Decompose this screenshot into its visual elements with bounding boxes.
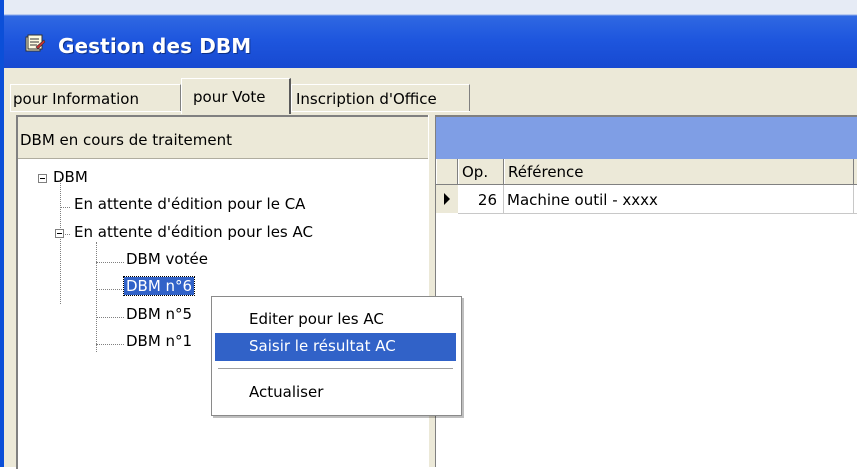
menu-item-saisir-resultat-ac[interactable]: Saisir le résultat AC [215,333,456,361]
tree-node-dbm-votee[interactable]: DBM votée [126,250,208,268]
column-header-label: Référence [508,163,584,181]
tree-line [96,262,124,263]
collapse-icon[interactable] [55,229,64,238]
table-row[interactable]: 26 Machine outil - xxxx [458,185,857,214]
tree-line [96,344,124,345]
menu-item-actualiser[interactable]: Actualiser [215,379,456,407]
tree-node-dbm-n6[interactable]: DBM n°6 [122,276,196,296]
dbm-list-pane: Op. Référence 26 Machine outil - xxxx [436,115,857,469]
tab-label: pour Information [13,90,139,108]
tree-line [60,207,70,208]
tree-node-attente-ca[interactable]: En attente d'édition pour le CA [74,195,305,213]
grid-header: Op. Référence [436,159,857,185]
column-header-label: Op. [462,163,489,181]
cell-reference: Machine outil - xxxx [504,185,854,213]
tree-line [96,317,124,318]
right-pane-header [436,117,857,159]
menu-item-label: Editer pour les AC [249,310,384,328]
context-menu: Editer pour les AC Saisir le résultat AC… [211,296,462,416]
tree-node-dbm-n1[interactable]: DBM n°1 [126,332,192,350]
menu-item-label: Actualiser [249,383,324,401]
tab-label: Inscription d'Office [296,90,437,108]
column-header-reference[interactable]: Référence [504,159,854,184]
window-title: Gestion des DBM [58,34,252,58]
menu-separator [218,368,453,369]
app-icon [24,34,46,54]
tree-line [96,289,124,290]
grid-corner [436,159,458,184]
tree-node-attente-ac[interactable]: En attente d'édition pour les AC [74,223,313,241]
current-row-arrow-icon [444,193,450,205]
tree-line [60,178,61,304]
tree-node-dbm-n5[interactable]: DBM n°5 [126,305,192,323]
tab-pour-vote[interactable]: pour Vote [181,78,291,114]
column-header-op[interactable]: Op. [458,159,504,184]
cell-op: 26 [458,185,504,213]
tree-line [96,242,97,352]
left-pane-header: DBM en cours de traitement [18,117,430,159]
menu-item-label: Saisir le résultat AC [249,337,396,355]
tab-label: pour Vote [193,88,266,106]
collapse-icon[interactable] [38,174,47,183]
title-bar[interactable]: Gestion des DBM [4,0,857,68]
menu-item-editer-ac[interactable]: Editer pour les AC [215,306,456,334]
tab-pour-information[interactable]: pour Information [10,84,181,112]
left-pane-title: DBM en cours de traitement [20,131,232,149]
row-selector[interactable] [436,185,459,213]
tab-inscription-office[interactable]: Inscription d'Office [291,84,470,112]
tree-node-dbm[interactable]: DBM [53,168,88,186]
tree-line [65,234,70,235]
